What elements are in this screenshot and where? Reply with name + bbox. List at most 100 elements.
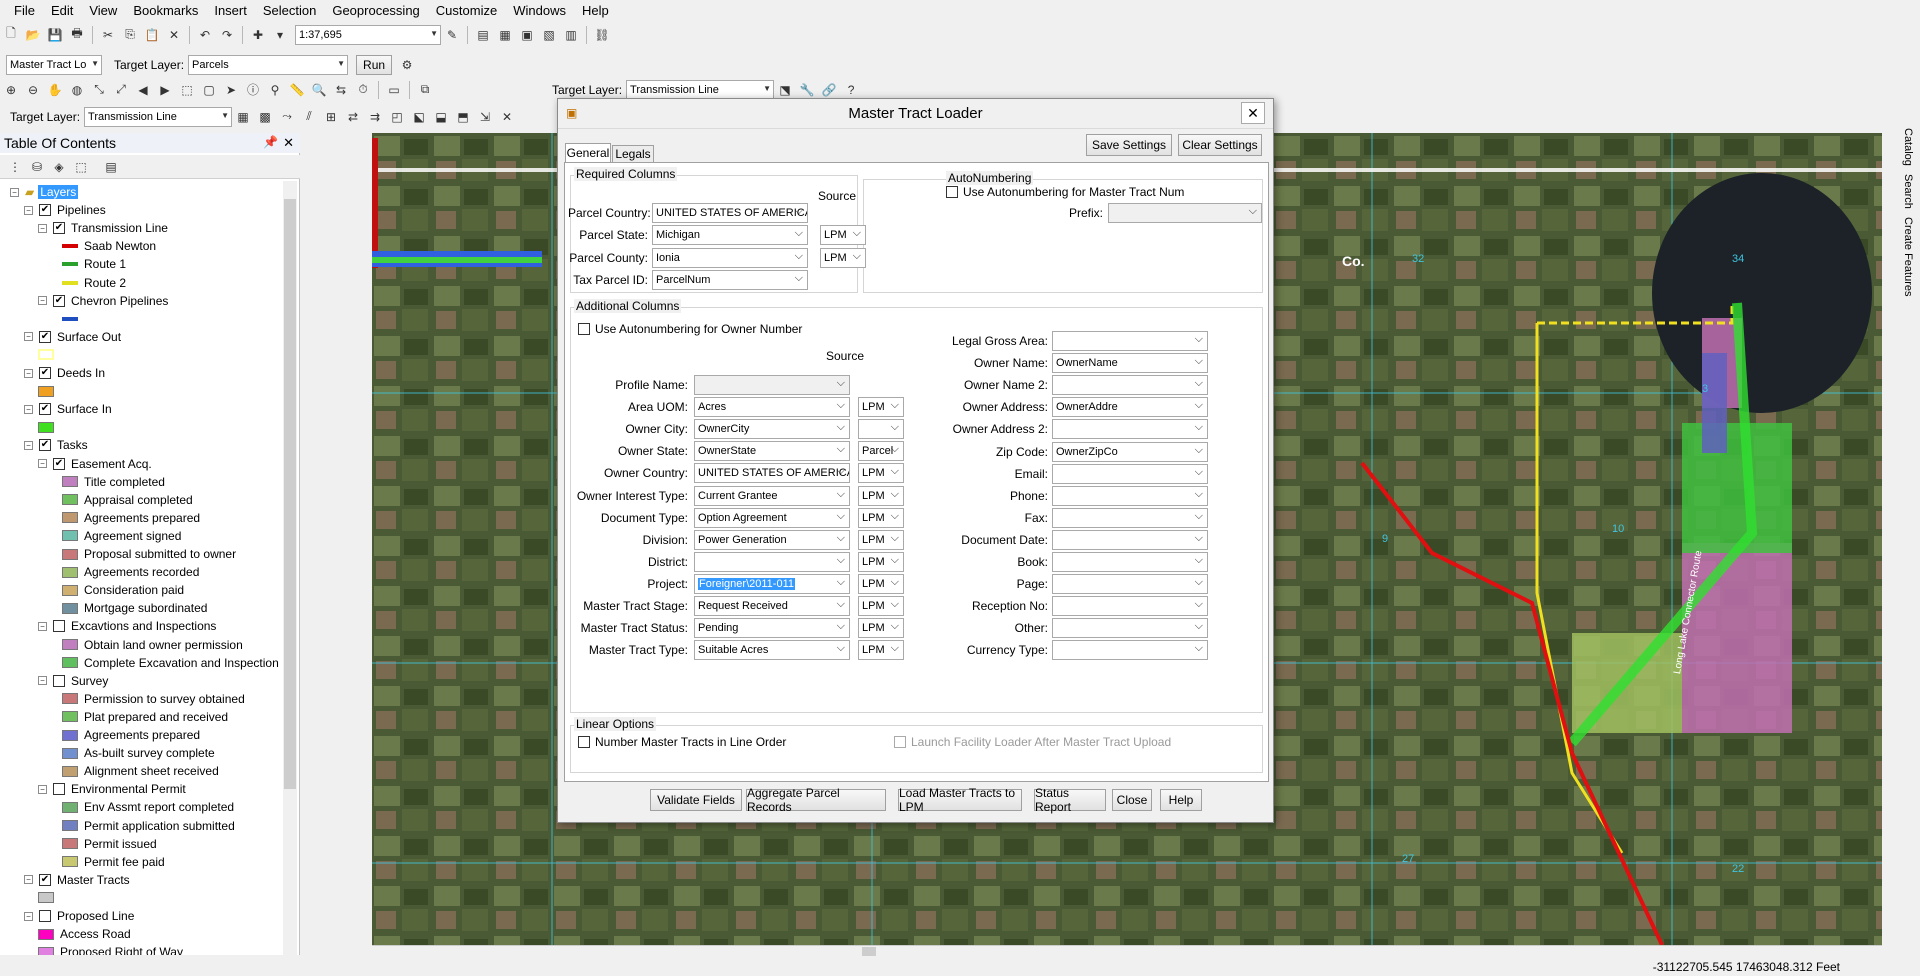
source-combo[interactable]	[858, 419, 904, 440]
target-layer-combo[interactable]: Parcels ▼	[188, 54, 349, 75]
toc-item[interactable]: Appraisal completed	[62, 491, 193, 509]
save-icon[interactable]: 💾	[46, 26, 64, 44]
additional-field-combo[interactable]	[1052, 640, 1208, 661]
zoom-in-icon[interactable]: ⊕	[2, 81, 20, 99]
find-icon[interactable]: 🔍	[310, 81, 328, 99]
source-combo[interactable]: LPM	[820, 225, 866, 246]
toc-scroll-thumb[interactable]	[284, 199, 296, 789]
source-combo[interactable]: LPM	[858, 529, 904, 550]
add-data-icon[interactable]: ✚	[249, 26, 267, 44]
menu-edit[interactable]: Edit	[43, 0, 81, 22]
load-master-tracts-to-lpm-button[interactable]: Load Master Tracts to LPM	[898, 786, 1022, 814]
menu-windows[interactable]: Windows	[505, 0, 574, 22]
line-order-checkbox[interactable]: Number Master Tracts in Line Order	[578, 735, 786, 749]
toolbox-icon[interactable]: ▣	[518, 26, 536, 44]
menu-customize[interactable]: Customize	[428, 0, 505, 22]
menu-selection[interactable]: Selection	[255, 0, 324, 22]
additional-field-combo[interactable]: UNITED STATES OF AMERICA	[694, 463, 850, 484]
toc-item[interactable]: Plat prepared and received	[62, 708, 228, 726]
additional-field-combo[interactable]	[694, 551, 850, 572]
source-combo[interactable]: LPM	[858, 640, 904, 661]
toc-item[interactable]: − ✔ Deeds In	[24, 364, 105, 382]
map-hscrollbar[interactable]	[372, 945, 1882, 957]
collapse-icon[interactable]: −	[38, 296, 47, 306]
toc-item[interactable]: − Excavtions and Inspections	[38, 617, 216, 635]
source-combo[interactable]: LPM	[858, 551, 904, 572]
close-icon[interactable]: ✕	[283, 135, 294, 151]
source-combo[interactable]: LPM	[858, 507, 904, 528]
redo-icon[interactable]: ↷	[218, 26, 236, 44]
additional-field-combo[interactable]: OwnerCity	[694, 419, 850, 440]
help-button[interactable]: Help	[1160, 789, 1202, 811]
toc-item[interactable]: Saab Newton	[62, 237, 156, 255]
toc-item[interactable]: Complete Excavation and Inspection	[62, 654, 279, 672]
dock-search[interactable]: Search	[1902, 174, 1914, 209]
source-combo[interactable]: LPM	[858, 485, 904, 506]
toc-item[interactable]: As-built survey complete	[62, 744, 215, 762]
fixed-zoom-in-icon[interactable]: ⤡	[90, 81, 108, 99]
collapse-icon[interactable]: −	[24, 205, 33, 215]
print-icon[interactable]: 🖶	[68, 26, 86, 44]
autonumber-owner-checbox[interactable]: Use Autonumbering for Owner Number	[578, 322, 802, 336]
buffer-icon[interactable]: ◰	[388, 108, 406, 126]
toc-item[interactable]: − ✔ Surface Out	[24, 328, 121, 346]
menu-bookmarks[interactable]: Bookmarks	[125, 0, 206, 22]
additional-field-combo[interactable]	[1052, 618, 1208, 639]
toc-item[interactable]: Env Assmt report completed	[62, 798, 234, 816]
target-layer-combo-2[interactable]: Transmission Line ▼	[626, 79, 775, 100]
toc-item[interactable]: Agreements recorded	[62, 563, 199, 581]
forward-icon[interactable]: ▶	[156, 81, 174, 99]
delete-icon[interactable]: ✕	[165, 26, 183, 44]
wrench-icon[interactable]: 🔧	[798, 81, 816, 99]
collapse-icon[interactable]: −	[38, 784, 47, 794]
chevron-down-icon[interactable]: ▾	[271, 26, 289, 44]
additional-field-combo[interactable]	[1052, 375, 1208, 396]
html-popup-icon[interactable]: ⚲	[266, 81, 284, 99]
paste-icon[interactable]: 📋	[143, 26, 161, 44]
additional-field-combo[interactable]: Power Generation	[694, 529, 850, 550]
union-icon[interactable]: ⬓	[432, 108, 450, 126]
toc-item[interactable]: Permit fee paid	[62, 853, 165, 871]
prefix-combo[interactable]	[1108, 203, 1262, 223]
remove-icon[interactable]: ✕	[498, 108, 516, 126]
dock-catalog[interactable]: Catalog	[1902, 128, 1914, 166]
toc-item[interactable]	[38, 346, 60, 364]
merge-icon[interactable]: ⊞	[322, 108, 340, 126]
source-combo[interactable]: LPM	[858, 573, 904, 594]
layer-visibility-checkbox[interactable]: ✔	[53, 222, 65, 235]
toc-item[interactable]: − ✔ Chevron Pipelines	[38, 292, 168, 310]
source-combo[interactable]: LPM	[820, 247, 866, 268]
zoom-out-icon[interactable]: ⊖	[24, 81, 42, 99]
toc-item[interactable]	[38, 418, 60, 436]
run-button[interactable]: Run	[356, 54, 393, 75]
layer-visibility-checkbox[interactable]: ✔	[53, 457, 65, 470]
collapse-icon[interactable]: −	[38, 621, 47, 631]
collapse-icon[interactable]: −	[38, 223, 47, 233]
dialog-close-button[interactable]: ✕	[1241, 102, 1265, 124]
required-field-combo[interactable]: Ionia	[652, 247, 808, 268]
toc-item[interactable]: Permission to survey obtained	[62, 690, 245, 708]
collapse-icon[interactable]: −	[24, 911, 33, 921]
toc-item[interactable]: − Environmental Permit	[38, 780, 186, 798]
tract-icon[interactable]: ⬔	[776, 81, 794, 99]
layer-visibility-checkbox[interactable]	[53, 620, 65, 633]
fixed-zoom-out-icon[interactable]: ⤢	[112, 81, 130, 99]
source-combo[interactable]: LPM	[858, 618, 904, 639]
toc-item[interactable]: Route 1	[62, 255, 126, 273]
collapse-icon[interactable]: −	[38, 676, 47, 686]
layer-visibility-checkbox[interactable]: ✔	[39, 367, 51, 379]
collapse-icon[interactable]: −	[24, 440, 33, 450]
toc-item[interactable]: Title completed	[62, 473, 165, 491]
toc-item[interactable]	[38, 382, 60, 400]
toc-item[interactable]: Access Road	[38, 925, 131, 943]
clear-selection-icon[interactable]: ▢	[200, 81, 218, 99]
autonumber-master-tract-checkbox[interactable]: Use Autonumbering for Master Tract Num	[946, 185, 1184, 199]
additional-field-combo[interactable]	[1052, 529, 1208, 550]
measure-icon[interactable]: 📏	[288, 81, 306, 99]
collapse-icon[interactable]: −	[24, 368, 33, 378]
info-icon[interactable]: ⓘ	[244, 81, 262, 99]
collapse-icon[interactable]: −	[24, 875, 33, 885]
aggregate-parcel-records-button[interactable]: Aggregate Parcel Records	[746, 786, 886, 814]
trace-icon[interactable]: ⤳	[278, 108, 296, 126]
display-icon[interactable]: ⧉	[416, 81, 434, 99]
